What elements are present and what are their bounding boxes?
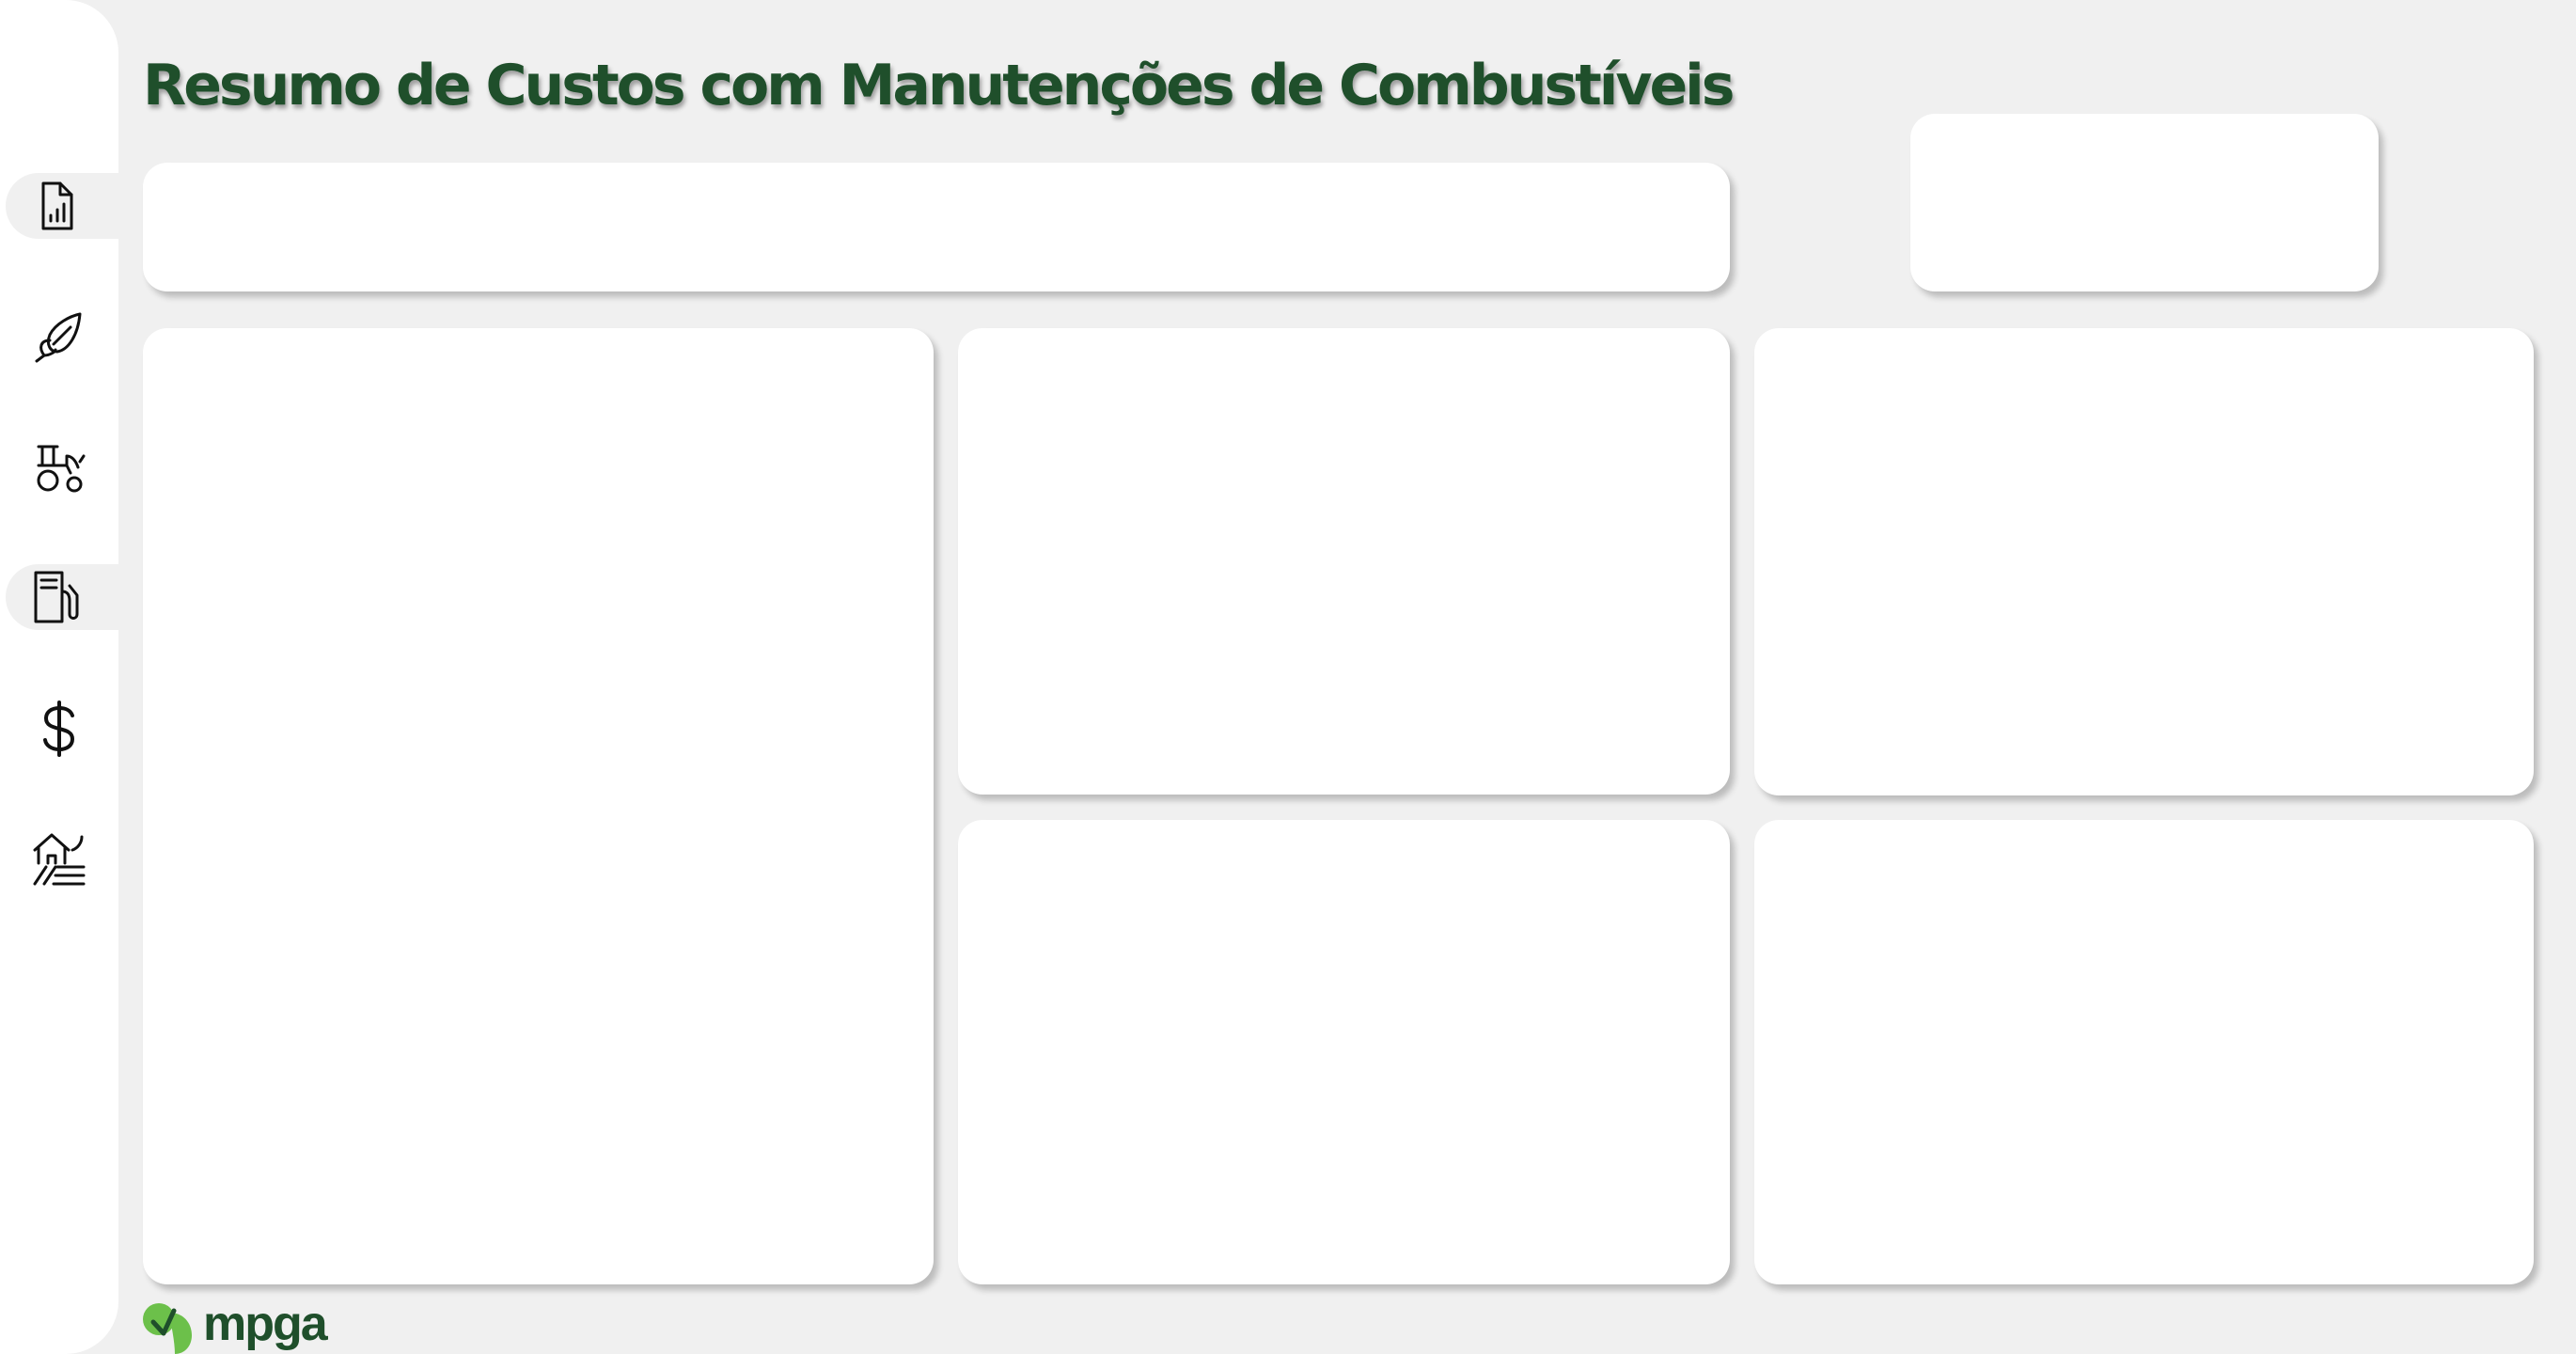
report-chart-icon [41, 181, 73, 230]
sidebar [0, 0, 118, 1354]
brand-name: mpga [203, 1297, 328, 1351]
page-title: Resumo de Custos com Manutenções de Comb… [143, 53, 1735, 118]
nav-item-machinery[interactable] [0, 434, 118, 500]
brand-leaf-icon [143, 1303, 192, 1354]
dashboard-page: Resumo de Custos com Manutenções de Comb… [0, 0, 2576, 1354]
nav-item-finance[interactable] [0, 696, 118, 762]
corn-icon [35, 312, 82, 363]
nav-item-crops[interactable] [0, 304, 118, 370]
filter-panel[interactable] [143, 163, 1730, 291]
nav-item-farm[interactable] [0, 827, 118, 892]
chart-panel-top-middle[interactable] [958, 328, 1730, 795]
chart-panel-top-right[interactable] [1754, 328, 2534, 795]
tractor-icon [37, 445, 86, 493]
brand-logo: mpga [141, 1297, 328, 1354]
chart-panel-bottom-middle[interactable] [958, 820, 1730, 1284]
dollar-icon [43, 701, 74, 757]
chart-panel-bottom-right[interactable] [1754, 820, 2534, 1284]
farm-icon [33, 833, 86, 886]
summary-card[interactable] [1910, 114, 2379, 291]
nav-item-fuel[interactable] [6, 564, 118, 630]
nav-item-reports[interactable] [6, 173, 118, 239]
chart-panel-left[interactable] [143, 328, 934, 1284]
fuel-pump-icon [34, 571, 79, 623]
